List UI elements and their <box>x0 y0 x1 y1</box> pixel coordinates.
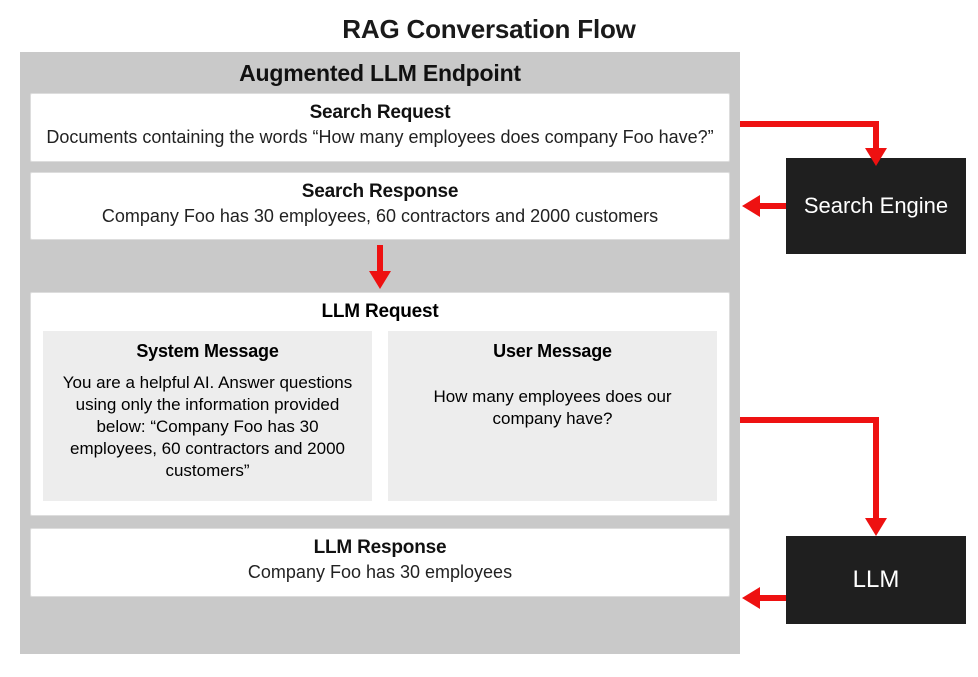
system-message-title: System Message <box>59 341 356 362</box>
user-message-body: How many employees does our company have… <box>404 386 701 430</box>
user-message-card: User Message How many employees does our… <box>388 331 717 501</box>
llm-response-body: Company Foo has 30 employees <box>45 561 715 584</box>
system-message-body: You are a helpful AI. Answer questions u… <box>59 372 356 482</box>
endpoint-title: Augmented LLM Endpoint <box>30 60 730 87</box>
arrow-llm-to-response <box>742 587 786 609</box>
arrow-llm-request-to-llm <box>740 420 887 536</box>
llm-request-title: LLM Request <box>43 301 717 323</box>
search-request-body: Documents containing the words “How many… <box>45 126 715 149</box>
llm-request-card: LLM Request System Message You are a hel… <box>30 292 730 516</box>
search-response-body: Company Foo has 30 employees, 60 contrac… <box>45 205 715 228</box>
llm-response-card: LLM Response Company Foo has 30 employee… <box>30 528 730 597</box>
llm-response-title: LLM Response <box>45 537 715 559</box>
search-engine-label: Search Engine <box>804 193 948 219</box>
llm-label: LLM <box>853 566 900 594</box>
search-request-card: Search Request Documents containing the … <box>30 93 730 162</box>
system-message-card: System Message You are a helpful AI. Ans… <box>43 331 372 501</box>
arrow-engine-to-search-response <box>742 195 786 217</box>
augmented-llm-endpoint-container: Augmented LLM Endpoint Search Request Do… <box>20 52 740 654</box>
page-title: RAG Conversation Flow <box>0 14 978 45</box>
arrow-down-icon <box>365 243 395 289</box>
llm-box: LLM <box>786 536 966 624</box>
search-response-card: Search Response Company Foo has 30 emplo… <box>30 172 730 241</box>
down-arrow-response-to-request <box>30 240 730 292</box>
search-engine-box: Search Engine <box>786 158 966 254</box>
user-message-title: User Message <box>404 341 701 362</box>
search-response-title: Search Response <box>45 181 715 203</box>
search-request-title: Search Request <box>45 102 715 124</box>
